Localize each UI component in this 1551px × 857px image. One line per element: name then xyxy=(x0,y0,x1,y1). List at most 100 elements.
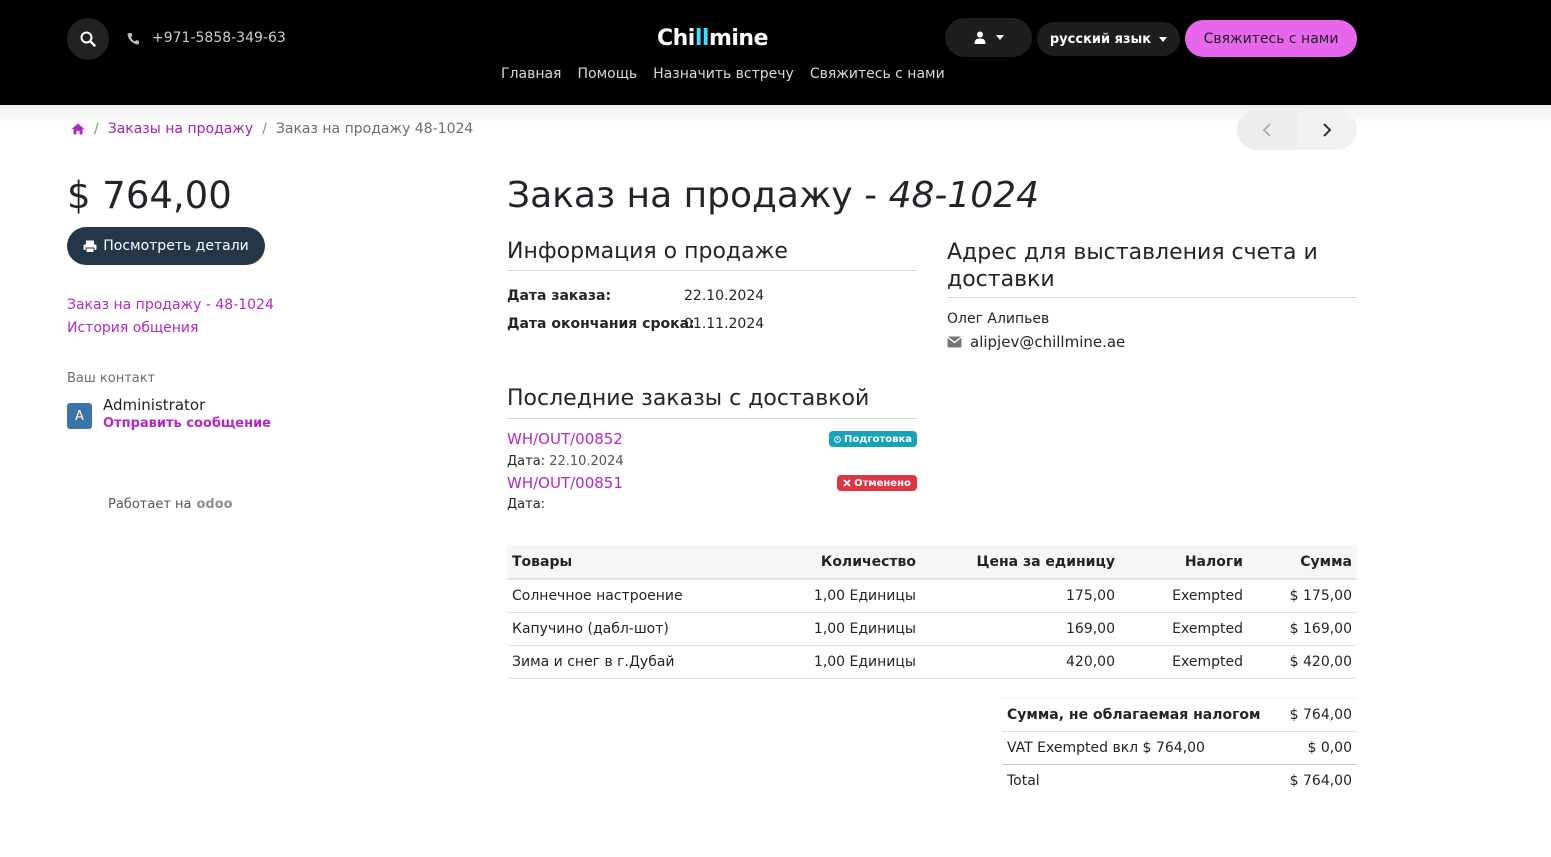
totals-table: Сумма, не облагаемая налогом $ 764,00 VA… xyxy=(1002,698,1357,798)
totals-value: $ 0,00 xyxy=(1280,731,1357,765)
order-date-label-text: Дата заказа: xyxy=(507,288,612,304)
totals-row-untaxed: Сумма, не облагаемая налогом $ 764,00 xyxy=(1002,698,1357,732)
order-total-amount: $ 764,00 xyxy=(67,174,232,217)
status-badge-text: Подготовка xyxy=(844,433,912,445)
logo-text-2: ll xyxy=(694,26,710,51)
contact-us-button[interactable]: Свяжитесь с нами xyxy=(1185,20,1357,57)
view-details-label: Посмотреть детали xyxy=(103,238,249,254)
order-date-label: Дата заказа: xyxy=(507,288,611,304)
totals-value: $ 764,00 xyxy=(1280,698,1357,732)
home-icon[interactable] xyxy=(71,123,85,135)
col-unit-price: Цена за единицу xyxy=(921,545,1120,580)
breadcrumb: / Заказы на продажу / Заказ на продажу 4… xyxy=(71,121,473,137)
totals-row-vat: VAT Exempted вкл $ 764,00 $ 0,00 xyxy=(1002,731,1357,765)
envelope-icon xyxy=(947,336,962,348)
send-message-link[interactable]: Отправить сообщение xyxy=(103,416,271,431)
sidebar-link-history[interactable]: История общения xyxy=(67,320,198,336)
cell-amount: $ 420,00 xyxy=(1248,645,1357,679)
billing-heading: Адрес для выставления счета и доставки xyxy=(947,240,1318,292)
divider xyxy=(507,418,917,419)
cell-unit-price: 169,00 xyxy=(921,612,1120,646)
delivery-date-label: Дата: xyxy=(507,497,546,512)
cell-unit-price: 420,00 xyxy=(921,645,1120,679)
col-products: Товары xyxy=(507,545,707,580)
divider xyxy=(507,270,917,271)
breadcrumb-separator: / xyxy=(262,121,267,137)
col-quantity: Количество xyxy=(707,545,921,580)
nav-contact[interactable]: Свяжитесь с нами xyxy=(810,66,945,82)
chevron-down-icon xyxy=(995,35,1004,40)
chevron-right-icon xyxy=(1323,123,1332,137)
status-badge-cancelled: Отменено xyxy=(837,475,917,491)
contact-name: Administrator xyxy=(103,396,206,414)
language-label: русский язык xyxy=(1049,31,1152,47)
nav-help[interactable]: Помощь xyxy=(577,66,637,82)
totals-label: Total xyxy=(1002,764,1281,798)
cell-quantity: 1,00 Единицы xyxy=(707,645,921,679)
breadcrumb-orders-link[interactable]: Заказы на продажу xyxy=(108,121,253,137)
site-logo[interactable]: Chillmine xyxy=(657,26,769,51)
order-date-value: 22.10.2024 xyxy=(684,288,765,304)
logo-text-3: mine xyxy=(708,26,769,51)
col-taxes: Налоги xyxy=(1120,545,1248,580)
your-contact-label: Ваш контакт xyxy=(67,371,156,386)
user-menu-button[interactable] xyxy=(945,18,1032,57)
table-row: Солнечное настроение 1,00 Единицы 175,00… xyxy=(507,579,1357,613)
phone-number[interactable]: +971-5858-349-63 xyxy=(127,30,286,46)
record-pager xyxy=(1237,110,1357,150)
logo-text-1: Chi xyxy=(657,26,695,51)
table-row: Зима и снег в г.Дубай 1,00 Единицы 420,0… xyxy=(507,645,1357,679)
cell-unit-price: 175,00 xyxy=(921,579,1120,613)
cell-quantity: 1,00 Единицы xyxy=(707,612,921,646)
billing-email: alipjev@chillmine.ae xyxy=(947,333,1125,351)
delivery-date: Дата: xyxy=(507,497,545,512)
delivery-date-label: Дата: xyxy=(507,454,546,469)
nav-home[interactable]: Главная xyxy=(501,66,561,82)
delivery-link[interactable]: WH/OUT/00851 xyxy=(507,474,623,492)
top-header: +971-5858-349-63 Chillmine Главная Помощ… xyxy=(0,0,1551,105)
cell-product: Капучино (дабл-шот) xyxy=(507,612,707,646)
odoo-logo[interactable]: odoo xyxy=(196,497,232,512)
divider xyxy=(947,297,1357,298)
powered-by: Работает на odoo xyxy=(108,497,233,512)
cell-amount: $ 175,00 xyxy=(1248,579,1357,613)
billing-email-text: alipjev@chillmine.ae xyxy=(970,333,1126,351)
cell-product: Зима и снег в г.Дубай xyxy=(507,645,707,679)
search-icon xyxy=(80,31,96,47)
page-title-number: 48-1024 xyxy=(888,175,1039,216)
breadcrumb-current: Заказ на продажу 48-1024 xyxy=(275,121,474,137)
chevron-down-icon xyxy=(1159,36,1168,42)
view-details-button[interactable]: Посмотреть детали xyxy=(67,227,265,265)
main-nav: Главная Помощь Назначить встречу Свяжите… xyxy=(501,66,945,82)
totals-value: $ 764,00 xyxy=(1280,764,1357,798)
pager-prev-button[interactable] xyxy=(1237,110,1297,150)
delivery-date: Дата: 22.10.2024 xyxy=(507,454,624,469)
phone-text: +971-5858-349-63 xyxy=(152,30,286,46)
delivery-date-value: 22.10.2024 xyxy=(549,454,624,469)
phone-icon xyxy=(127,32,139,44)
cell-taxes: Exempted xyxy=(1120,645,1248,679)
avatar: A xyxy=(67,403,92,429)
nav-appointment[interactable]: Назначить встречу xyxy=(653,66,794,82)
expiry-date-label: Дата окончания срока: xyxy=(507,316,695,332)
status-badge-preparation: Подготовка xyxy=(829,431,917,447)
delivery-link[interactable]: WH/OUT/00852 xyxy=(507,430,623,448)
breadcrumb-separator: / xyxy=(94,121,99,137)
table-row: Капучино (дабл-шот) 1,00 Единицы 169,00 … xyxy=(507,612,1357,646)
search-button[interactable] xyxy=(67,18,109,60)
chevron-left-icon xyxy=(1262,123,1271,137)
language-selector[interactable]: русский язык xyxy=(1037,22,1180,56)
totals-row-total: Total $ 764,00 xyxy=(1002,764,1357,798)
user-icon xyxy=(974,31,985,44)
cell-taxes: Exempted xyxy=(1120,612,1248,646)
pager-next-button[interactable] xyxy=(1297,110,1357,150)
deliveries-heading: Последние заказы с доставкой xyxy=(507,386,870,411)
powered-by-label: Работает на xyxy=(108,497,192,512)
sidebar-link-order[interactable]: Заказ на продажу - 48-1024 xyxy=(67,297,274,313)
col-amount: Сумма xyxy=(1248,545,1357,580)
cell-amount: $ 169,00 xyxy=(1248,612,1357,646)
totals-label: VAT Exempted вкл $ 764,00 xyxy=(1002,731,1281,765)
close-icon xyxy=(843,479,851,487)
cell-taxes: Exempted xyxy=(1120,579,1248,613)
printer-icon xyxy=(83,240,97,253)
